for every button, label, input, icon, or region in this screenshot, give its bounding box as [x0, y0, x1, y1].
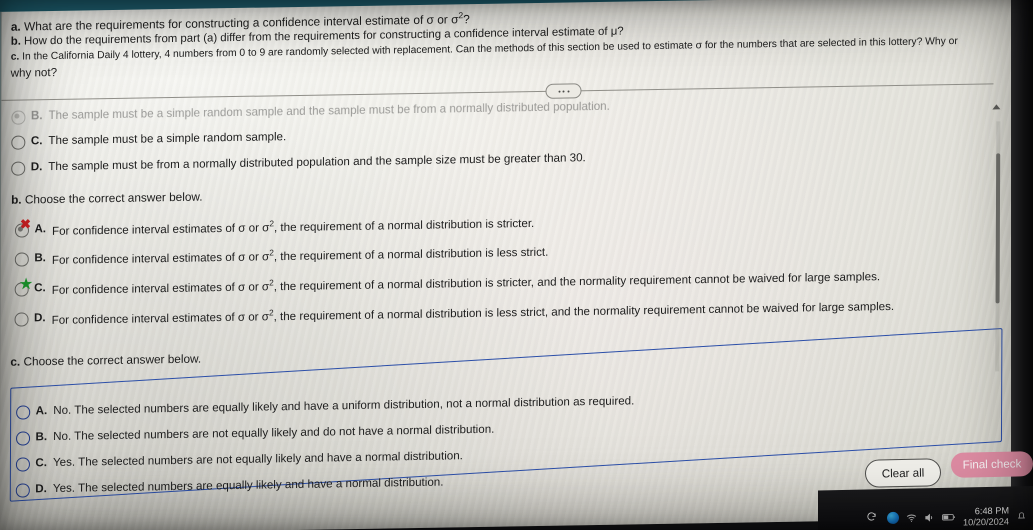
radio-button[interactable]: [16, 431, 30, 446]
section-c-prompt-label: c.: [10, 354, 21, 369]
bell-icon[interactable]: [1016, 510, 1027, 521]
option-row[interactable]: D. For confidence interval estimates of …: [14, 297, 895, 327]
refresh-icon[interactable]: [866, 509, 877, 527]
section-b-prompt: b. Choose the correct answer below.: [11, 190, 203, 207]
radio-button[interactable]: [14, 312, 29, 327]
option-row[interactable]: B. The sample must be a simple random sa…: [11, 99, 610, 125]
option-text: For confidence interval estimates of σ o…: [52, 214, 534, 238]
option-text-post: , the requirement of a normal distributi…: [273, 270, 881, 294]
option-letter: C.: [35, 456, 48, 470]
section-c-prompt: c. Choose the correct answer below.: [10, 352, 201, 369]
radio-button[interactable]: [14, 282, 29, 297]
radio-button[interactable]: [11, 161, 25, 176]
option-row[interactable]: B. For confidence interval estimates of …: [14, 243, 549, 268]
radio-button[interactable]: [11, 110, 25, 125]
radio-button[interactable]: [15, 483, 30, 498]
scrollbar-thumb[interactable]: [995, 153, 1001, 304]
ellipsis-icon[interactable]: [545, 83, 582, 99]
option-letter: B.: [34, 251, 46, 265]
option-text-pre: For confidence interval estimates of σ o…: [51, 310, 269, 327]
photo-of-screen: Points: 0 of 1 Save a. What are the requ…: [0, 0, 1033, 530]
final-check-button[interactable]: Final check: [950, 451, 1033, 478]
option-text: The sample must be a simple random sampl…: [48, 99, 610, 123]
taskbar-left-icons: [866, 509, 899, 528]
option-text: The sample must be from a normally distr…: [48, 151, 586, 174]
option-text-post: , the requirement of a normal distributi…: [273, 245, 549, 264]
laptop-screen: Points: 0 of 1 Save a. What are the requ…: [0, 0, 1024, 530]
option-letter: A.: [35, 404, 48, 418]
option-letter: D.: [30, 160, 43, 174]
option-letter: A.: [34, 222, 47, 236]
taskbar-time: 6:48 PM: [974, 505, 1009, 517]
volume-icon[interactable]: [924, 512, 935, 523]
section-b-prompt-text: Choose the correct answer below.: [24, 189, 203, 207]
taskbar-date: 10/20/2024: [963, 516, 1009, 527]
option-text: For confidence interval estimates of σ o…: [52, 243, 549, 267]
battery-icon[interactable]: [942, 513, 956, 522]
windows-taskbar: 6:48 PM 10/20/2024: [818, 486, 1033, 530]
stem-tail-a: ?: [463, 12, 470, 27]
option-letter: D.: [35, 482, 47, 496]
option-text: For confidence interval estimates of σ o…: [52, 297, 895, 327]
question-stem: a. What are the requirements for constru…: [11, 0, 1001, 81]
radio-button[interactable]: [15, 457, 30, 472]
option-text-pre: For confidence interval estimates of σ o…: [51, 250, 270, 267]
option-text-post: , the requirement of a normal distributi…: [273, 216, 535, 235]
option-letter: D.: [34, 311, 46, 325]
radio-button[interactable]: [11, 135, 25, 150]
left-edge-sliver: [0, 11, 2, 521]
option-text: For confidence interval estimates of σ o…: [52, 267, 880, 297]
option-letter: C.: [30, 134, 43, 148]
radio-button[interactable]: [14, 252, 29, 267]
stem-label-c: c.: [10, 51, 20, 64]
stem-label-a: a.: [10, 19, 21, 34]
section-divider: [1, 83, 994, 101]
stem-label-b: b.: [10, 35, 21, 48]
option-row[interactable]: C. The sample must be a simple random sa…: [11, 130, 287, 150]
scroll-up-arrow-icon[interactable]: [992, 104, 1001, 110]
option-text-post: , the requirement of a normal distributi…: [273, 299, 895, 324]
option-row[interactable]: A. For confidence interval estimates of …: [14, 214, 534, 238]
option-text-pre: For confidence interval estimates of σ o…: [52, 221, 270, 238]
section-b-prompt-label: b.: [11, 192, 22, 207]
option-row[interactable]: C. For confidence interval estimates of …: [14, 267, 880, 297]
wifi-icon[interactable]: [906, 512, 917, 523]
system-tray: 6:48 PM 10/20/2024: [906, 505, 1027, 529]
edge-browser-icon[interactable]: [887, 511, 899, 525]
option-text-pre: For confidence interval estimates of σ o…: [51, 280, 270, 297]
option-letter: B.: [30, 109, 43, 123]
radio-button[interactable]: [16, 405, 30, 420]
option-letter: C.: [34, 281, 46, 295]
option-row[interactable]: D. The sample must be from a normally di…: [11, 151, 586, 176]
taskbar-clock[interactable]: 6:48 PM 10/20/2024: [963, 506, 1009, 528]
option-text: The sample must be a simple random sampl…: [48, 130, 287, 148]
radio-button[interactable]: [14, 223, 29, 238]
section-c-prompt-text: Choose the correct answer below.: [23, 351, 202, 369]
option-letter: B.: [35, 430, 48, 444]
clear-all-button[interactable]: Clear all: [864, 458, 942, 488]
